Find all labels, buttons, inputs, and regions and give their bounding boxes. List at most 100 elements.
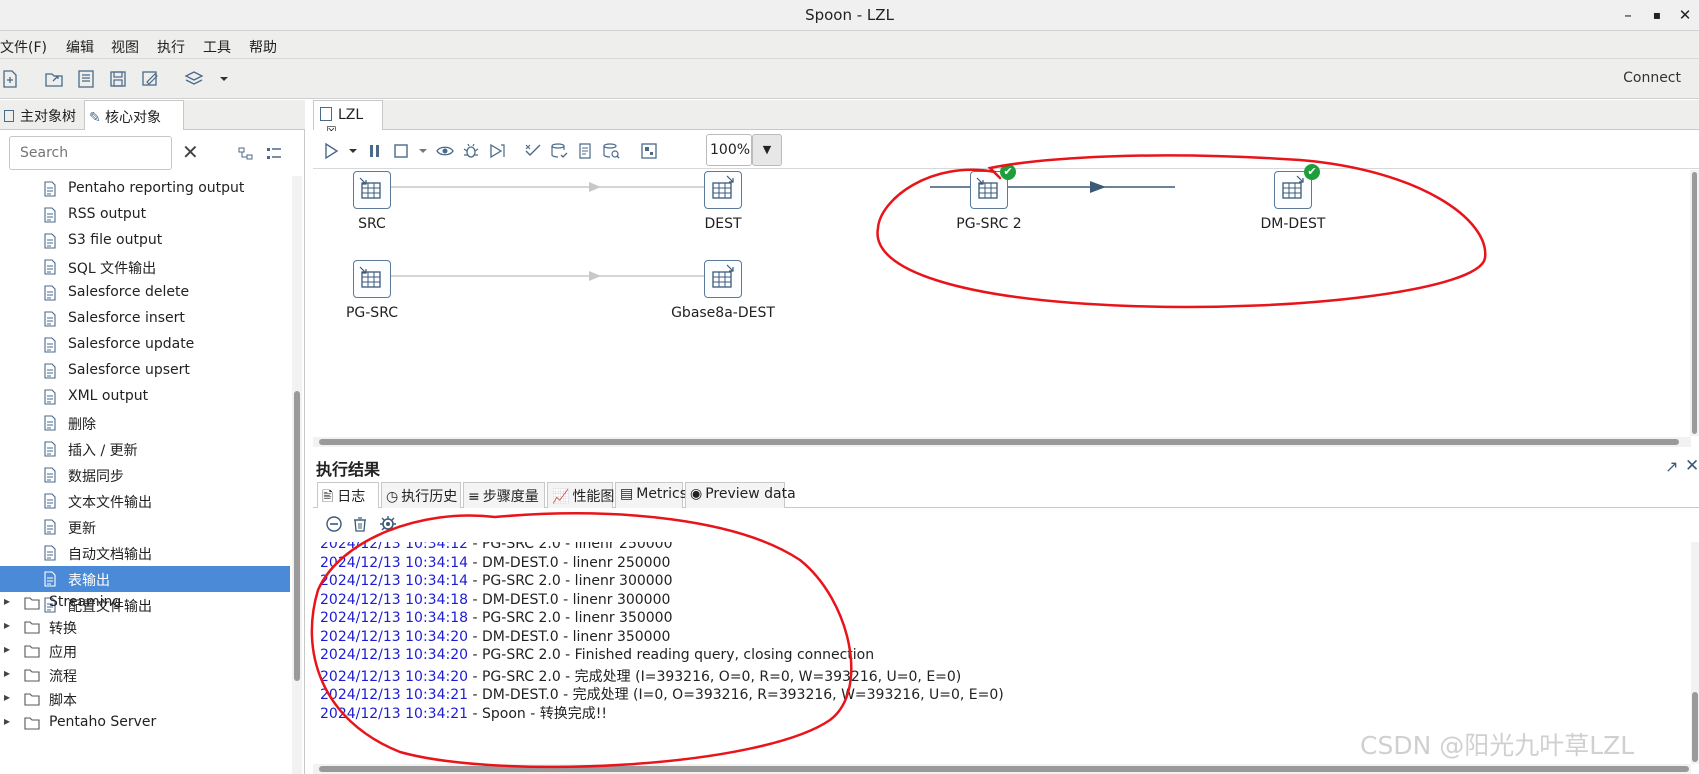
tree-category[interactable]: ▸ 应用 [0,638,290,664]
clear-log-icon[interactable] [325,515,343,533]
tree-item[interactable]: RSS output [0,202,290,228]
log-message: - PG-SRC 2.0 - linenr 350000 [468,610,673,626]
maximize-button[interactable]: ▪ [1646,4,1668,26]
tree-item[interactable]: Salesforce delete [0,280,290,306]
tree-item[interactable]: XML output [0,384,290,410]
layers-dropdown-icon[interactable] [214,69,234,89]
title-bar: Spoon - LZL – ▪ ✕ [0,0,1699,31]
tab-step-metrics[interactable]: ≡ 步骤度量 [463,482,545,508]
tree-item[interactable]: 表输出 [0,566,290,592]
tree-item[interactable]: 自动文档输出 [0,540,290,566]
trash-icon[interactable] [351,515,369,533]
tab-metrics[interactable]: ▤ Metrics [615,482,687,508]
clear-search-icon[interactable]: ✕ [182,140,199,164]
log-vertical-scrollbar-thumb[interactable] [1692,692,1698,762]
tree-item[interactable]: SQL 文件输出 [0,254,290,280]
layers-icon[interactable] [184,69,204,89]
grid-snap-icon[interactable] [639,141,659,161]
close-panel-icon[interactable]: ✕ [1685,456,1699,476]
canvas-horizontal-scrollbar[interactable] [313,437,1691,447]
log-message: - DM-DEST.0 - linenr 250000 [468,554,671,571]
replay-icon[interactable] [487,141,507,161]
log-line: 2024/12/13 10:34:20 - PG-SRC 2.0 - Finis… [320,647,874,663]
minimize-button[interactable]: – [1617,4,1639,26]
menu-help[interactable]: 帮助 [249,37,277,57]
maximize-panel-icon[interactable]: ↗ [1665,457,1678,476]
tree-category[interactable]: ▸ 转换 [0,614,290,640]
impact-analysis-icon[interactable] [549,141,569,161]
tab-performance[interactable]: 📈 性能图 [547,482,614,508]
save-icon[interactable] [108,69,128,89]
connect-button[interactable]: Connect [1623,70,1681,86]
tree-item[interactable]: 数据同步 [0,462,290,488]
log-settings-icon[interactable] [379,515,397,533]
save-as-icon[interactable] [140,69,160,89]
tab-transformation[interactable]: LZL ☒ [313,100,383,138]
preview-eye-icon[interactable] [435,141,455,161]
expand-arrow-icon[interactable]: ▸ [4,690,10,704]
log-horizontal-scrollbar-thumb[interactable] [319,766,1689,772]
tree-category[interactable]: ▸ Pentaho Server [0,710,290,736]
step-pg-src[interactable] [353,260,391,298]
tab-core-objects[interactable]: ✎ 核心对象 [84,100,184,130]
close-window-button[interactable]: ✕ [1674,4,1696,26]
pause-icon[interactable] [365,141,385,161]
tree-item[interactable]: 文本文件输出 [0,488,290,514]
zoom-input[interactable]: 100% [706,134,752,166]
run-options-dropdown-icon[interactable] [343,141,363,161]
tree-item[interactable]: 更新 [0,514,290,540]
window-title: Spoon - LZL [805,6,894,24]
debug-bug-icon[interactable] [461,141,481,161]
tree-item[interactable]: S3 file output [0,228,290,254]
tree-category[interactable]: ▸ Streaming [0,590,290,616]
menu-file[interactable]: 文件(F) [0,37,47,57]
new-file-icon[interactable] [0,69,20,89]
run-icon[interactable] [321,141,341,161]
tree-category[interactable]: ▸ 流程 [0,662,290,688]
tree-item[interactable]: Salesforce insert [0,306,290,332]
expand-all-icon[interactable] [238,146,254,162]
expand-arrow-icon[interactable]: ▸ [4,618,10,632]
step-src[interactable] [353,171,391,209]
metrics-icon: ▤ [620,486,634,502]
tree-item[interactable]: Pentaho reporting output [0,176,290,202]
tree-item[interactable]: 删除 [0,410,290,436]
tab-log[interactable]: 🖹 日志 [317,482,379,508]
menu-view[interactable]: 视图 [111,37,139,57]
tab-history[interactable]: ◷ 执行历史 [381,482,461,508]
explore-db-icon[interactable] [601,141,621,161]
transformation-canvas[interactable]: SRC DEST ✔ PG-SRC 2 ✔ DM-DEST PG-SRC Gba… [313,164,1691,436]
tree-item[interactable]: Salesforce update [0,332,290,358]
tree-item[interactable]: 插入 / 更新 [0,436,290,462]
sql-script-icon[interactable] [575,141,595,161]
stop-dropdown-icon[interactable] [413,141,433,161]
canvas-horizontal-scrollbar-thumb[interactable] [319,439,1679,445]
explore-repository-icon[interactable] [76,69,96,89]
left-scrollbar-thumb[interactable] [294,391,300,681]
collapse-all-icon[interactable] [266,146,282,162]
table-output-icon [42,571,58,587]
log-horizontal-scrollbar[interactable] [313,764,1691,774]
menu-edit[interactable]: 编辑 [66,37,94,57]
expand-arrow-icon[interactable]: ▸ [4,642,10,656]
tree-category[interactable]: ▸ 脚本 [0,686,290,712]
menu-run[interactable]: 执行 [157,37,185,57]
left-scrollbar[interactable] [292,176,302,774]
expand-arrow-icon[interactable]: ▸ [4,594,10,608]
open-folder-icon[interactable] [44,69,64,89]
canvas-vertical-scrollbar-thumb[interactable] [1692,172,1697,434]
tree-item[interactable]: Salesforce upsert [0,358,290,384]
verify-icon[interactable] [523,141,543,161]
search-input[interactable] [9,136,172,170]
tab-main-tree[interactable]: 主对象树 [0,100,84,130]
zoom-dropdown-icon[interactable]: ▼ [752,134,782,166]
menu-tools[interactable]: 工具 [203,37,231,57]
expand-arrow-icon[interactable]: ▸ [4,714,10,728]
stop-icon[interactable] [391,141,411,161]
step-dest[interactable] [704,171,742,209]
step-gbase8a-dest[interactable] [704,260,742,298]
log-vertical-scrollbar[interactable] [1691,542,1699,764]
canvas-vertical-scrollbar[interactable] [1690,170,1699,436]
expand-arrow-icon[interactable]: ▸ [4,666,10,680]
tab-preview-data[interactable]: ◉ Preview data [685,482,796,508]
